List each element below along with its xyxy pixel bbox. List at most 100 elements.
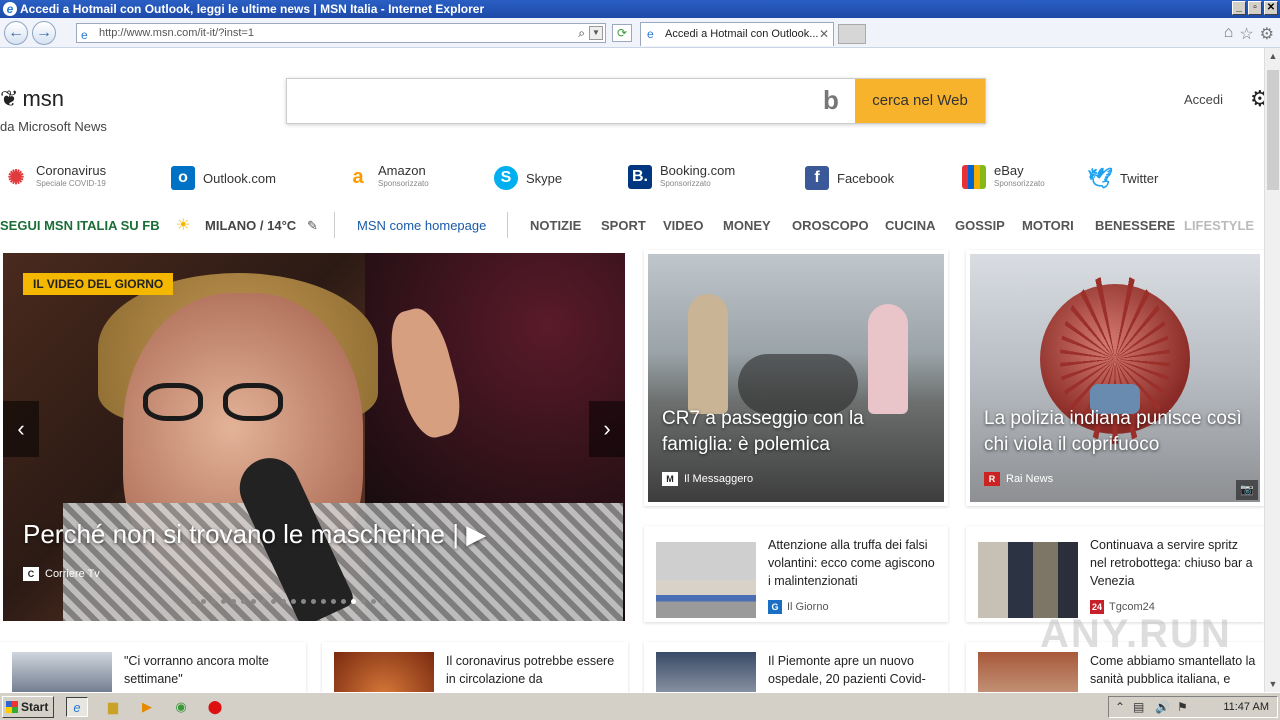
browser-tab[interactable]: e Accedi a Hotmail con Outlook... ✕ (640, 22, 834, 46)
nav-lifestyle[interactable]: LIFESTYLE (1184, 216, 1254, 236)
facebook-icon: f (805, 166, 829, 190)
new-tab-button[interactable] (838, 24, 866, 44)
carousel-dot[interactable] (331, 599, 336, 604)
carousel-prev-button[interactable]: ‹ (3, 401, 39, 457)
shortcut-label: Coronavirus (36, 163, 107, 178)
nav-cucina[interactable]: CUCINA (885, 216, 936, 236)
story-card[interactable]: Attenzione alla truffa dei falsi volanti… (644, 526, 948, 622)
taskbar-media-icon[interactable]: ▶ (136, 697, 158, 717)
refresh-icon[interactable]: ⟳ (612, 24, 632, 42)
address-dropdown-icon[interactable]: ▼ (589, 26, 603, 40)
ie-logo-icon: e (3, 2, 17, 16)
story-card[interactable]: "Ci vorranno ancora molte settimane" (0, 642, 306, 692)
close-window-button[interactable]: ✕ (1264, 1, 1278, 15)
carousel-dot[interactable] (221, 599, 226, 604)
hero-title[interactable]: Perché non si trovano le mascherine | ▶ (23, 519, 486, 550)
minimize-button[interactable]: _ (1232, 1, 1246, 15)
shortcut-sub: Sponsorizzato (378, 179, 429, 188)
page-settings-gear-icon[interactable]: ⚙ (1250, 86, 1264, 112)
carousel-dot[interactable] (291, 599, 296, 604)
edit-pencil-icon[interactable]: ✎ (307, 216, 318, 236)
msn-logo[interactable]: ❦ msn (0, 86, 64, 112)
carousel-dot[interactable] (341, 599, 346, 604)
carousel-dot[interactable] (241, 599, 246, 604)
nav-notizie[interactable]: NOTIZIE (530, 216, 581, 236)
taskbar-ie-icon[interactable]: e (66, 697, 88, 717)
story-card[interactable]: Continuava a servire spritz nel retrobot… (966, 526, 1264, 622)
tray-flag-icon[interactable]: ⚑ (1177, 697, 1188, 717)
shortcut-facebook[interactable]: f Facebook (805, 166, 894, 190)
scrollbar-thumb[interactable] (1267, 70, 1279, 190)
taskbar-opera-icon[interactable]: ⬤ (204, 697, 226, 717)
back-arrow-icon[interactable]: ← (4, 21, 28, 45)
nav-money[interactable]: MONEY (723, 216, 771, 236)
carousel-dot[interactable] (281, 599, 286, 604)
weather-location[interactable]: MILANO / 14°C (205, 216, 296, 236)
nav-motori[interactable]: MOTORI (1022, 216, 1074, 236)
carousel-dot[interactable] (301, 599, 306, 604)
shortcut-ebay[interactable]: eBay Sponsorizzato (962, 164, 1045, 190)
carousel-dot[interactable] (211, 599, 216, 604)
carousel-dot[interactable] (261, 599, 266, 604)
story-card[interactable]: Il Piemonte apre un nuovo ospedale, 20 p… (644, 642, 948, 692)
carousel-next-button[interactable]: › (589, 401, 625, 457)
follow-fb-link[interactable]: SEGUI MSN ITALIA SU FB (0, 216, 160, 236)
shortcut-skype[interactable]: S Skype (494, 166, 562, 190)
carousel-dot[interactable] (201, 599, 206, 604)
carousel-dot[interactable] (321, 599, 326, 604)
carousel-dot[interactable] (191, 599, 196, 604)
search-input[interactable] (295, 87, 815, 115)
nav-oroscopo[interactable]: OROSCOPO (792, 216, 869, 236)
shortcut-booking[interactable]: B. Booking.com Sponsorizzato (628, 164, 735, 190)
carousel-dot[interactable] (351, 599, 356, 604)
taskbar-chrome-icon[interactable]: ◉ (170, 697, 192, 717)
search-icon[interactable]: ⌕ (578, 24, 585, 42)
carousel-dot[interactable] (271, 599, 276, 604)
tray-network-icon[interactable]: ▤ (1133, 697, 1144, 717)
settings-gear-icon[interactable]: ⚙ (1260, 24, 1274, 44)
hero-source-name: Corriere Tv (45, 568, 100, 580)
signin-link[interactable]: Accedi (1184, 92, 1223, 107)
shortcut-label: Facebook (837, 170, 895, 186)
address-bar[interactable]: e http://www.msn.com/it-it/?inst=1 ⌕ ▼ (76, 23, 606, 43)
forward-arrow-icon[interactable]: → (32, 21, 56, 45)
story-tile-india[interactable]: La polizia indiana punisce così chi viol… (966, 250, 1264, 506)
scroll-up-icon[interactable]: ▲ (1265, 48, 1280, 64)
search-web-button[interactable]: cerca nel Web (855, 79, 985, 123)
carousel-dot[interactable] (371, 599, 376, 604)
homepage-link[interactable]: MSN come homepage (357, 216, 486, 236)
shortcut-amazon[interactable]: a Amazon Sponsorizzato (346, 164, 429, 190)
source-logo-icon: C (23, 567, 39, 581)
shortcut-label: Booking.com (660, 163, 736, 178)
nav-sport[interactable]: SPORT (601, 216, 646, 236)
shortcut-twitter[interactable]: 🕊 Twitter (1087, 166, 1158, 190)
maximize-button[interactable]: ▫ (1248, 1, 1262, 15)
shortcut-coronavirus[interactable]: ✺ Coronavirus Speciale COVID-19 (4, 164, 106, 190)
skype-icon: S (494, 166, 518, 190)
carousel-dot[interactable] (361, 599, 366, 604)
favorites-star-icon[interactable]: ☆ (1239, 24, 1253, 44)
tray-volume-icon[interactable]: 🔊 (1155, 697, 1170, 717)
nav-gossip[interactable]: GOSSIP (955, 216, 1005, 236)
story-card[interactable]: Il coronavirus potrebbe essere in circol… (322, 642, 628, 692)
tile-image (970, 254, 1260, 502)
carousel-dot[interactable] (251, 599, 256, 604)
tab-close-icon[interactable]: ✕ (819, 23, 829, 45)
tray-up-arrow-icon[interactable]: ⌃ (1115, 697, 1125, 717)
nav-benessere[interactable]: BENESSERE (1095, 216, 1175, 236)
system-tray: ⌃ ▤ 🔊 ⚑ 11:47 AM (1108, 696, 1278, 718)
carousel-dot[interactable] (231, 599, 236, 604)
hero-video-card[interactable]: IL VIDEO DEL GIORNO Perché non si trovan… (3, 253, 625, 621)
nav-video[interactable]: VIDEO (663, 216, 703, 236)
carousel-dot[interactable] (381, 599, 386, 604)
start-button[interactable]: Start (2, 696, 54, 718)
taskbar-folder-icon[interactable]: ▆ (102, 697, 124, 717)
story-tile-cr7[interactable]: CR7 a passeggio con la famiglia: è polem… (644, 250, 948, 506)
play-icon[interactable]: | ▶ (452, 519, 486, 549)
carousel-dot[interactable] (311, 599, 316, 604)
shortcut-outlook[interactable]: o Outlook.com (171, 166, 276, 190)
home-icon[interactable]: ⌂ (1224, 24, 1234, 44)
scroll-down-icon[interactable]: ▼ (1265, 676, 1280, 692)
vertical-scrollbar[interactable]: ▲ ▼ (1264, 48, 1280, 692)
story-thumbnail (12, 652, 112, 692)
